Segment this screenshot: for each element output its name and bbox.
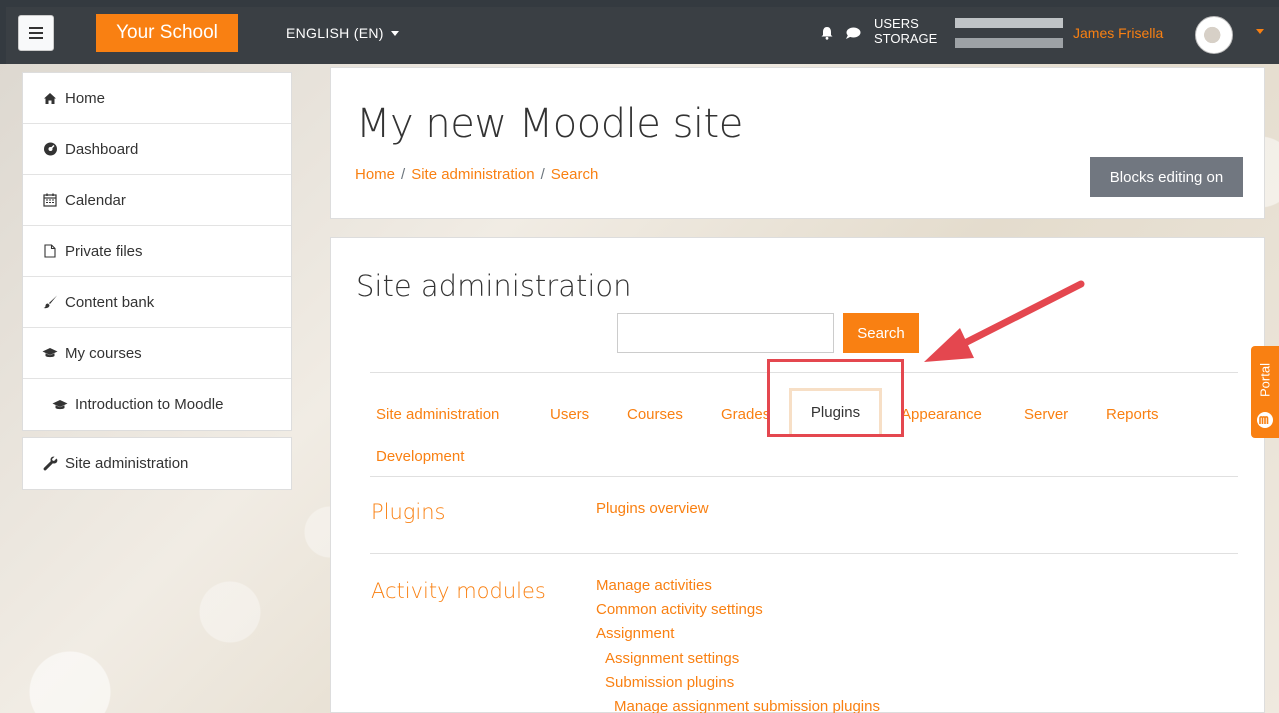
graduation-cap-icon — [52, 397, 68, 413]
tab-site-administration[interactable]: Site administration — [376, 406, 499, 423]
section-title-activity-modules: Activity modules — [371, 579, 546, 603]
nav-drawer: Home Dashboard Calendar Private files Co… — [22, 72, 292, 490]
drawer-main-group: Home Dashboard Calendar Private files Co… — [22, 72, 292, 431]
drawer-item-my-courses[interactable]: My courses — [23, 328, 291, 379]
drawer-item-private-files[interactable]: Private files — [23, 226, 291, 277]
admin-heading: Site administration — [356, 269, 632, 303]
annotation-highlight-box — [767, 359, 904, 437]
moodle-m-icon — [1257, 412, 1273, 428]
chevron-down-icon — [390, 31, 399, 36]
tab-grades[interactable]: Grades — [721, 406, 770, 423]
tab-users[interactable]: Users — [550, 406, 589, 423]
link-submission-plugins[interactable]: Submission plugins — [605, 674, 734, 691]
breadcrumb-home[interactable]: Home — [355, 166, 395, 183]
drawer-toggle-button[interactable] — [18, 15, 54, 51]
tab-courses[interactable]: Courses — [627, 406, 683, 423]
breadcrumb: Home / Site administration / Search — [355, 166, 598, 183]
link-plugins-overview[interactable]: Plugins overview — [596, 500, 709, 517]
drawer-item-home[interactable]: Home — [23, 73, 291, 124]
link-manage-assignment-submission-plugins[interactable]: Manage assignment submission plugins — [614, 698, 880, 713]
language-menu[interactable]: ENGLISH (EN) — [286, 25, 399, 41]
link-assignment[interactable]: Assignment — [596, 625, 674, 642]
calendar-icon — [42, 192, 58, 208]
home-icon — [42, 90, 58, 106]
storage-bar-fill — [955, 38, 1063, 48]
storage-label: STORAGE — [874, 31, 938, 46]
avatar[interactable] — [1195, 16, 1233, 54]
link-common-activity-settings[interactable]: Common activity settings — [596, 601, 763, 618]
breadcrumb-search[interactable]: Search — [551, 166, 599, 183]
breadcrumb-site-administration[interactable]: Site administration — [411, 166, 534, 183]
file-icon — [42, 243, 58, 259]
wrench-icon — [42, 456, 58, 472]
dashboard-icon — [42, 141, 58, 157]
user-name-link[interactable]: James Frisella — [1073, 25, 1163, 41]
tab-development[interactable]: Development — [376, 448, 464, 465]
drawer-item-label: Calendar — [65, 191, 126, 209]
tab-reports[interactable]: Reports — [1106, 406, 1159, 423]
section-divider — [370, 553, 1238, 554]
drawer-item-label: Introduction to Moodle — [75, 396, 224, 413]
graduation-cap-icon — [42, 345, 58, 361]
drawer-item-calendar[interactable]: Calendar — [23, 175, 291, 226]
breadcrumb-separator: / — [401, 166, 406, 183]
drawer-item-site-administration[interactable]: Site administration — [23, 438, 291, 489]
section-title-plugins: Plugins — [371, 500, 446, 524]
tab-server[interactable]: Server — [1024, 406, 1068, 423]
drawer-item-label: Home — [65, 89, 106, 107]
users-label: USERS — [874, 16, 919, 31]
site-admin-card: Site administration Search Site administ… — [330, 237, 1265, 713]
blocks-editing-button[interactable]: Blocks editing on — [1090, 157, 1243, 197]
admin-search-input[interactable] — [617, 313, 834, 353]
drawer-item-label: Dashboard — [65, 140, 139, 158]
link-manage-activities[interactable]: Manage activities — [596, 577, 712, 594]
language-label: ENGLISH (EN) — [286, 25, 384, 41]
drawer-item-label: Site administration — [65, 455, 189, 472]
tabs-bottom-divider — [370, 476, 1238, 477]
hamburger-icon — [29, 27, 43, 39]
drawer-admin-group: Site administration — [22, 437, 292, 490]
page-header-card: My new Moodle site Home / Site administrat… — [330, 67, 1265, 219]
paintbrush-icon — [42, 294, 58, 310]
drawer-item-label: Private files — [65, 242, 143, 260]
page-title: My new Moodle site — [356, 101, 743, 147]
drawer-item-label: Content bank — [65, 293, 155, 311]
admin-search-button[interactable]: Search — [843, 313, 919, 353]
chat-icon[interactable] — [845, 27, 861, 40]
breadcrumb-separator: / — [540, 166, 545, 183]
bell-icon[interactable] — [820, 26, 834, 40]
storage-labels: USERS STORAGE — [874, 16, 937, 46]
tab-appearance[interactable]: Appearance — [901, 406, 982, 423]
drawer-item-content-bank[interactable]: Content bank — [23, 277, 291, 328]
site-brand-button[interactable]: Your School — [96, 14, 238, 52]
user-menu-caret-icon[interactable] — [1256, 29, 1264, 34]
drawer-item-label: My courses — [65, 344, 142, 362]
portal-label: Portal — [1257, 363, 1273, 397]
link-assignment-settings[interactable]: Assignment settings — [605, 650, 739, 667]
users-bar-fill — [955, 18, 1063, 28]
drawer-item-course-intro[interactable]: Introduction to Moodle — [23, 379, 291, 430]
drawer-item-dashboard[interactable]: Dashboard — [23, 124, 291, 175]
